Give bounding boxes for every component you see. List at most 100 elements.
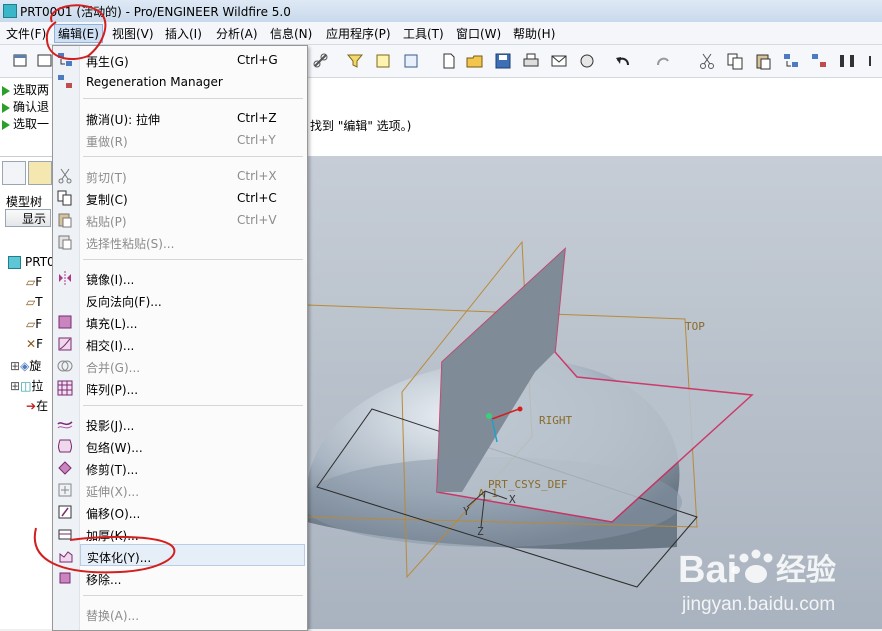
show-button[interactable]: 显示 (5, 209, 51, 227)
menu-info[interactable]: 信息(N) (270, 25, 312, 42)
datum-label-top: TOP (685, 320, 705, 333)
regen-manager-toolbar-icon[interactable] (810, 52, 828, 70)
window-title: PRT0001 (活动的) - Pro/ENGINEER Wildfire 5.… (20, 5, 291, 19)
menu-item-regenerate[interactable]: 再生(G) Ctrl+G (53, 49, 305, 71)
paste-special-icon (57, 234, 73, 250)
menu-item-solidify[interactable]: 实体化(Y)... (59, 544, 305, 566)
menu-item-reverse-normal[interactable]: 反向法向(F)... (53, 289, 305, 311)
merge-icon (57, 358, 73, 374)
trim-icon (57, 460, 73, 476)
regen-manager-icon (57, 74, 73, 90)
menu-insert[interactable]: 插入(I) (165, 25, 202, 42)
save-icon[interactable] (494, 52, 512, 70)
redo-icon[interactable] (654, 52, 672, 70)
toolbar-more-icon[interactable] (864, 52, 882, 70)
undo-icon[interactable] (614, 52, 632, 70)
csys-z-label: Z (477, 525, 484, 538)
menu-item-fill[interactable]: 填充(L)... (53, 311, 305, 333)
project-icon (57, 416, 73, 432)
folder-browser-tab-icon[interactable] (28, 161, 52, 185)
menu-analysis[interactable]: 分析(A) (216, 25, 258, 42)
solidify-icon (58, 548, 74, 564)
model-tree-label: 模型树 (6, 195, 43, 209)
tree-node-part[interactable]: PRT0 (8, 255, 55, 269)
tree-node-insert-here[interactable]: ➔在 (26, 397, 48, 414)
paw-logo-icon (732, 549, 773, 583)
edit-menu-dropdown: 再生(G) Ctrl+G Regeneration Manager 撤消(U): … (52, 45, 308, 631)
cut-icon[interactable] (698, 52, 716, 70)
menu-item-thicken[interactable]: 加厚(K)... (53, 523, 305, 545)
menu-item-trim[interactable]: 修剪(T)... (53, 457, 305, 479)
scissors-icon (57, 168, 73, 184)
wrap-icon (57, 438, 73, 454)
extend-icon (57, 482, 73, 498)
menu-item-pattern[interactable]: 阵列(P)... (53, 377, 305, 399)
model-tree-panel: 模型树 显示 PRT0 ▱F ▱T ▱F ✕F ⊞◈旋 ⊞◫拉 ➔在 (0, 157, 55, 629)
menu-item-regeneration-manager[interactable]: Regeneration Manager (53, 71, 305, 93)
model-player-icon[interactable] (838, 52, 856, 70)
baidu-jingyan-watermark: Bai 经验 jingyan.baidu.com (676, 530, 876, 625)
tree-node-extrude[interactable]: ⊞◫拉 (10, 377, 43, 394)
link-icon[interactable] (312, 52, 330, 70)
menu-item-project[interactable]: 投影(J)... (53, 413, 305, 435)
copy-icon (57, 190, 73, 206)
menu-item-extend[interactable]: 延伸(X)... (53, 479, 305, 501)
menu-item-paste-special[interactable]: 选择性粘贴(S)... (53, 231, 305, 253)
menu-item-undo[interactable]: 撤消(U): 拉伸 Ctrl+Z (53, 107, 305, 129)
title-bar: PRT0001 (活动的) - Pro/ENGINEER Wildfire 5.… (0, 0, 882, 23)
send-icon[interactable] (578, 52, 596, 70)
tree-node-datum[interactable]: ▱F (26, 275, 42, 289)
tree-node-datum[interactable]: ▱F (26, 317, 42, 331)
tree-node-csys[interactable]: ✕F (26, 337, 43, 351)
new-file-icon[interactable] (440, 52, 458, 70)
intersect-icon (57, 336, 73, 352)
select-filter-icon[interactable] (346, 52, 364, 70)
menu-item-cut[interactable]: 剪切(T) Ctrl+X (53, 165, 305, 187)
print-icon[interactable] (522, 52, 540, 70)
menu-help[interactable]: 帮助(H) (513, 25, 555, 42)
menu-item-paste[interactable]: 粘贴(P) Ctrl+V (53, 209, 305, 231)
menu-item-copy[interactable]: 复制(C) Ctrl+C (53, 187, 305, 209)
tree-node-revolve[interactable]: ⊞◈旋 (10, 357, 41, 374)
message-line: 选取两 (2, 81, 49, 98)
part-icon (8, 256, 21, 269)
menu-item-wrap[interactable]: 包络(W)... (53, 435, 305, 457)
tree-node-datum[interactable]: ▱T (26, 295, 43, 309)
menu-bar: 文件(F) 编辑(E) 视图(V) 插入(I) 分析(A) 信息(N) 应用程序… (0, 22, 882, 45)
new-window-icon[interactable] (12, 52, 30, 70)
paste-icon (57, 212, 73, 228)
watermark-brand: Bai (678, 549, 737, 591)
menu-view[interactable]: 视图(V) (112, 25, 154, 42)
menu-file[interactable]: 文件(F) (6, 25, 46, 42)
menu-item-intersect[interactable]: 相交(I)... (53, 333, 305, 355)
regen-toolbar-icon[interactable] (782, 52, 800, 70)
paste-toolbar-icon[interactable] (754, 52, 772, 70)
fill-icon (57, 314, 73, 330)
model-tree-tab-icon[interactable] (2, 161, 26, 185)
green-arrow-icon (2, 102, 10, 113)
proe-app-icon (3, 4, 17, 18)
menu-edit[interactable]: 编辑(E) (54, 24, 103, 43)
menu-item-replace[interactable]: 替换(A)... (53, 603, 305, 625)
open-folder-icon[interactable] (466, 52, 484, 70)
csys-y-label: Y (463, 505, 470, 518)
message-line: 选取一 (2, 115, 49, 132)
menu-item-mirror[interactable]: 镜像(I)... (53, 267, 305, 289)
mirror-icon (57, 270, 73, 286)
menu-applications[interactable]: 应用程序(P) (326, 25, 391, 42)
menu-item-remove[interactable]: 移除... (53, 567, 305, 589)
remove-icon (57, 570, 73, 586)
email-icon[interactable] (550, 52, 568, 70)
regenerate-icon (57, 52, 73, 68)
copy-toolbar-icon[interactable] (726, 52, 744, 70)
menu-tools[interactable]: 工具(T) (403, 25, 444, 42)
menu-item-offset[interactable]: 偏移(O)... (53, 501, 305, 523)
find-icon[interactable] (402, 52, 420, 70)
watermark-url: jingyan.baidu.com (681, 594, 835, 615)
menu-item-redo[interactable]: 重做(R) Ctrl+Y (53, 129, 305, 151)
menu-window[interactable]: 窗口(W) (456, 25, 501, 42)
thicken-icon (57, 526, 73, 542)
offset-icon (57, 504, 73, 520)
menu-item-merge[interactable]: 合并(G)... (53, 355, 305, 377)
select-box-icon[interactable] (374, 52, 392, 70)
